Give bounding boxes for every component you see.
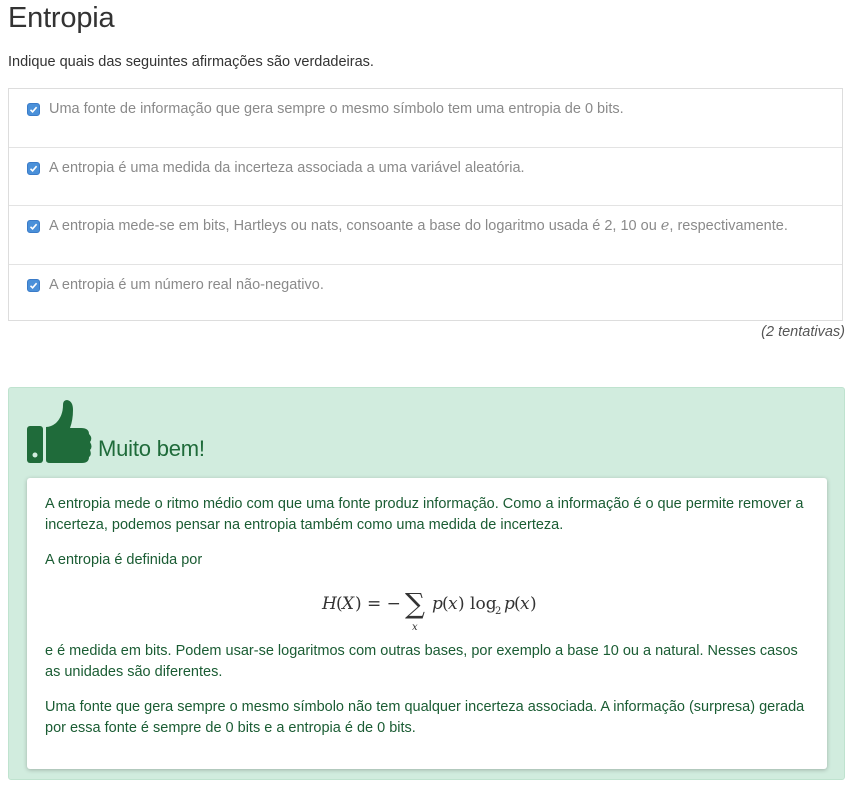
option-item[interactable]: A entropia mede-se em bits, Hartleys ou … — [9, 206, 842, 265]
svg-text:x: x — [412, 622, 418, 633]
svg-text:) = −: ) = − — [355, 594, 401, 614]
thumbs-up-icon — [27, 400, 92, 463]
option-label: A entropia mede-se em bits, Hartleys ou … — [49, 218, 788, 234]
attempts-count: (2 tentativas) — [761, 324, 845, 340]
explanation-paragraph: e é medida em bits. Podem usar-se logari… — [45, 643, 798, 680]
checkbox-checked[interactable] — [27, 220, 40, 233]
option-item[interactable]: Uma fonte de informação que gera sempre … — [9, 89, 842, 148]
svg-text:X: X — [340, 594, 355, 614]
question-title: Entropia — [8, 2, 115, 34]
option-label-text: A entropia mede-se em bits, Hartleys ou … — [49, 218, 661, 234]
checkbox-checked[interactable] — [27, 161, 40, 175]
option-item[interactable]: A entropia é uma medida da incerteza ass… — [9, 148, 842, 206]
svg-text:): ) — [530, 594, 537, 614]
question-instruction: Indique quais das seguintes afirmações s… — [8, 54, 374, 70]
checkmark-icon — [29, 106, 38, 113]
entropy-formula-render: H ( X ) = − ∑ x p ( x ) log 2 p ( x ) — [321, 587, 537, 633]
option-item[interactable]: A entropia é um número real não-negativo… — [9, 265, 842, 324]
option-label: Uma fonte de informação que gera sempre … — [49, 101, 624, 117]
option-label-text: , respectivamente. — [669, 218, 788, 234]
svg-text:∑: ∑ — [405, 587, 425, 620]
checkmark-icon — [29, 165, 38, 172]
checkbox-checked[interactable] — [27, 278, 40, 292]
svg-text:) log: ) log — [458, 594, 497, 614]
checkmark-icon — [29, 282, 38, 289]
feedback-title: Muito bem! — [98, 436, 205, 461]
svg-text:2: 2 — [495, 606, 501, 617]
explanation-paragraph: Uma fonte que gera sempre o mesmo símbol… — [45, 699, 805, 736]
explanation-paragraph: A entropia mede o ritmo médio com que um… — [45, 496, 804, 533]
feedback-panel: Muito bem! A entropia mede o ritmo médio… — [8, 387, 845, 780]
entropy-formula: H ( X ) = − ∑ x p ( x ) log 2 p ( x ) — [45, 585, 809, 635]
explanation-box: A entropia mede o ritmo médio com que um… — [27, 478, 827, 769]
checkbox-checked[interactable] — [27, 103, 40, 116]
svg-text:x: x — [520, 594, 530, 614]
checkmark-icon — [29, 223, 38, 230]
options-list: Uma fonte de informação que gera sempre … — [8, 88, 843, 321]
quiz-page: Entropia Indique quais das seguintes afi… — [0, 0, 857, 792]
option-label: A entropia é um número real não-negativo… — [49, 276, 324, 293]
option-label: A entropia é uma medida da incerteza ass… — [49, 159, 525, 176]
explanation-paragraph: A entropia é definida por — [45, 552, 203, 568]
svg-text:x: x — [448, 594, 458, 614]
